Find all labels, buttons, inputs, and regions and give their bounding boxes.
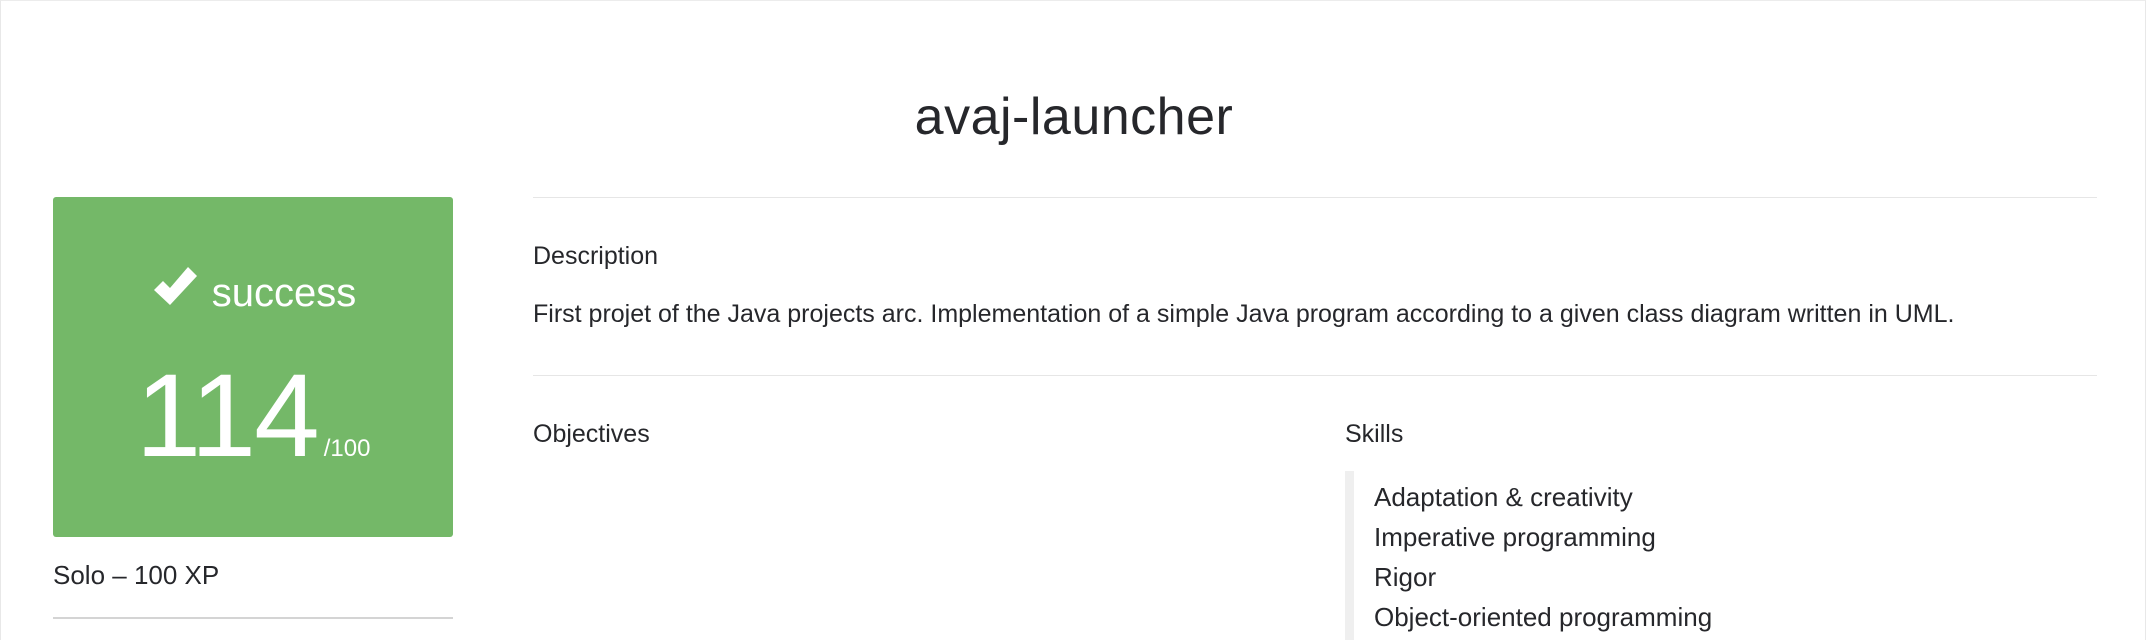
project-meta: Solo – 100 XP (53, 560, 220, 590)
skill-item: Adaptation & creativity (1374, 482, 1633, 512)
description-text: First projet of the Java projects arc. I… (533, 300, 1955, 328)
project-title: avaj-launcher (914, 88, 1234, 146)
skills-heading: Skills (1345, 420, 1404, 448)
score-value: 114 (135, 350, 320, 482)
check-icon (153, 267, 197, 305)
status-label: success (211, 271, 357, 315)
skill-item: Object-oriented programming (1374, 602, 1713, 632)
score-max: /100 (323, 435, 371, 462)
status-card: success 114 /100 (53, 197, 453, 537)
skill-item: Imperative programming (1374, 522, 1656, 552)
skills-list: Adaptation & creativity Imperative progr… (1345, 471, 1974, 640)
meta-divider (53, 617, 453, 619)
title-divider (533, 197, 2097, 198)
status-row: success (53, 263, 453, 315)
objectives-heading: Objectives (533, 420, 650, 448)
score: 114 /100 (53, 357, 453, 475)
description-heading: Description (533, 242, 659, 270)
skill-item: Rigor (1374, 562, 1437, 592)
description-divider (533, 375, 2097, 376)
project-page: avaj-launcher success 114 /100 Solo – 10… (0, 0, 2146, 640)
